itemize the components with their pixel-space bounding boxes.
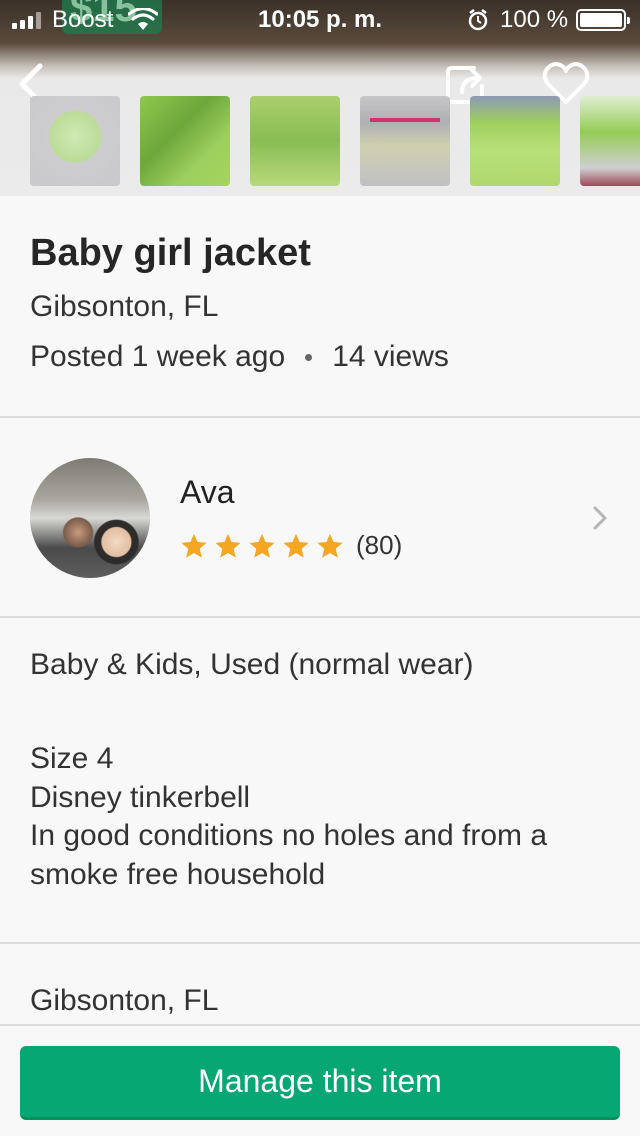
listing-title: Baby girl jacket <box>30 232 311 274</box>
seller-name: Ava <box>180 474 235 510</box>
seller-rating: (80) <box>180 530 402 561</box>
photo-thumbnail[interactable] <box>470 96 560 186</box>
chevron-right-icon <box>593 506 607 530</box>
photo-thumbnail[interactable] <box>30 96 120 186</box>
description-line: smoke free household <box>30 857 326 891</box>
signal-icon <box>12 11 41 29</box>
avatar <box>30 458 150 578</box>
separator-dot <box>305 353 313 361</box>
posted-time: Posted 1 week ago <box>30 340 286 373</box>
rating-count: (80) <box>356 530 403 560</box>
alarm-icon <box>468 9 488 31</box>
map-location-label: Gibsonton, FL <box>30 984 219 1017</box>
seller-row[interactable]: Ava (80) <box>0 418 640 616</box>
listing-location: Gibsonton, FL <box>30 290 219 323</box>
battery-percent: 100 % <box>500 6 569 33</box>
description-line: In good conditions no holes and from a <box>30 819 548 852</box>
view-count: 14 views <box>332 340 449 373</box>
divider <box>0 942 640 944</box>
star-icon <box>317 533 343 558</box>
clock-time: 10:05 p. m. <box>258 6 383 33</box>
description-line: Size 4 <box>30 742 114 775</box>
carrier-label: Boost <box>52 6 114 33</box>
listing-description: Size 4 Disney tinkerbell In good conditi… <box>30 740 620 894</box>
star-icon <box>283 533 309 558</box>
photo-thumbnail[interactable] <box>580 96 640 186</box>
photo-thumbnail[interactable] <box>250 96 340 186</box>
status-bar: Boost 10:05 p. m. 100 % <box>0 0 640 40</box>
manage-item-button[interactable]: Manage this item <box>20 1046 620 1120</box>
photo-thumbnails <box>30 96 640 186</box>
photo-header: $15 Boost 10:05 p. m. 100 % <box>0 0 640 196</box>
star-icon <box>181 533 207 558</box>
bottom-action-bar: Manage this item <box>0 1024 640 1136</box>
description-line: Disney tinkerbell <box>30 780 251 814</box>
wifi-icon <box>128 8 158 30</box>
listing-category: Baby & Kids, Used (normal wear) <box>30 648 474 681</box>
listing-meta: Posted 1 week ago 14 views <box>30 340 449 374</box>
photo-thumbnail[interactable] <box>360 96 450 186</box>
star-icon <box>215 533 241 558</box>
battery-icon <box>576 9 630 31</box>
star-icon <box>249 533 275 558</box>
photo-thumbnail[interactable] <box>140 96 230 186</box>
divider <box>0 616 640 618</box>
